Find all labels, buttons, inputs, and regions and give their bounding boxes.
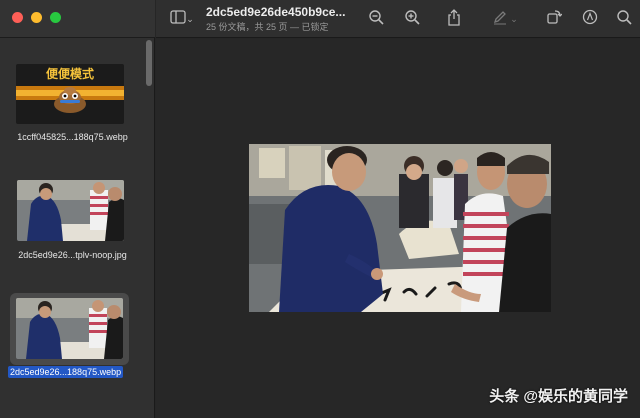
toolbar: ⌄ 2dc5ed9e26de450b9ce... 25 份文稿，共 25 页 —… — [156, 0, 640, 38]
traffic-lights — [12, 12, 61, 23]
search-icon[interactable] — [614, 9, 634, 29]
document-canvas: 头条 @娱乐的黄同学 — [156, 39, 640, 418]
zoom-out-icon[interactable] — [366, 9, 386, 29]
window-title: 2dc5ed9e26de450b9ce... — [206, 5, 346, 19]
annotate-icon[interactable] — [580, 9, 600, 29]
thumbnail-label: 2dc5ed9e26...tplv-noop.jpg — [18, 250, 127, 260]
preview-window: 便便模式 1ccff045825...188q75.webp 2dc5ed9e2… — [0, 0, 640, 418]
thumbnail-label: 2dc5ed9e26...188q75.webp — [8, 366, 124, 378]
minimize-button[interactable] — [31, 12, 42, 23]
thumbnail-image — [17, 180, 124, 241]
window-subtitle: 25 份文稿，共 25 页 — 已锁定 — [206, 22, 329, 32]
watermark-text: 头条 @娱乐的黄同学 — [489, 388, 628, 405]
rotate-icon[interactable] — [544, 9, 564, 29]
main-image — [249, 144, 551, 312]
sticker-text: 便便模式 — [46, 66, 94, 81]
thumbnail-image — [16, 298, 123, 359]
zoom-button[interactable] — [50, 12, 61, 23]
thumbnail-label: 1ccff045825...188q75.webp — [17, 132, 128, 142]
close-button[interactable] — [12, 12, 23, 23]
chevron-down-icon[interactable]: ⌄ — [184, 9, 196, 29]
zoom-in-icon[interactable] — [402, 9, 422, 29]
chevron-down-icon[interactable]: ⌄ — [508, 9, 520, 29]
markup-pen-icon[interactable] — [490, 9, 510, 29]
share-icon[interactable] — [444, 9, 464, 29]
thumbnail-image: 便便模式 — [16, 64, 124, 124]
sidebar: 便便模式 1ccff045825...188q75.webp 2dc5ed9e2… — [0, 0, 155, 418]
sidebar-scrollbar[interactable] — [146, 40, 152, 86]
